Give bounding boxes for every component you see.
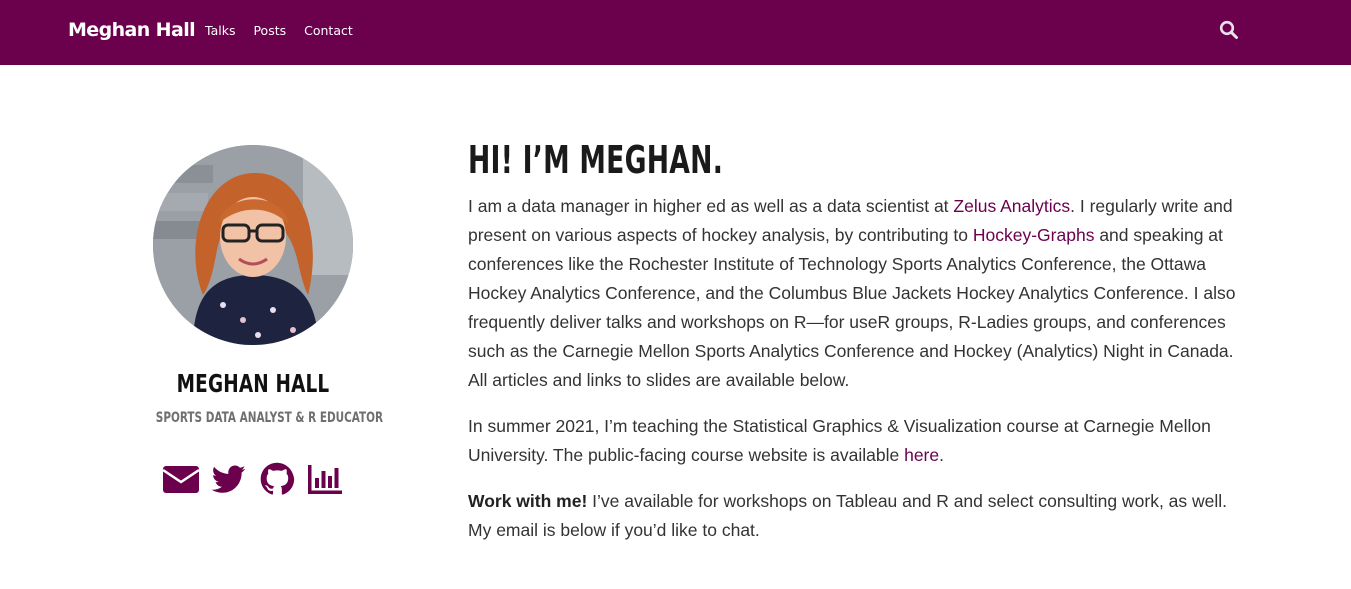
course-text-2: . (939, 445, 944, 465)
profile-tagline: SPORTS DATA ANALYST & R EDUCATOR (155, 410, 384, 426)
envelope-icon[interactable] (162, 462, 200, 496)
nav-link-talks[interactable]: Talks (205, 23, 235, 38)
course-website-link[interactable]: here (904, 445, 939, 465)
bar-chart-icon[interactable] (307, 462, 343, 496)
main-content: HI! I’M MEGHAN. I am a data manager in h… (468, 138, 1238, 545)
nav-links: Talks Posts Contact (205, 23, 353, 38)
course-paragraph: In summer 2021, I’m teaching the Statist… (468, 412, 1238, 470)
site-brand-link[interactable]: Meghan Hall (68, 19, 196, 41)
profile-sidebar: MEGHAN HALL SPORTS DATA ANALYST & R EDUC… (118, 145, 388, 496)
work-paragraph: Work with me! I’ve available for worksho… (468, 487, 1238, 545)
course-text-1: In summer 2021, I’m teaching the Statist… (468, 416, 1211, 465)
social-links (118, 462, 388, 496)
intro-text-3: and speaking at conferences like the Roc… (468, 225, 1236, 390)
avatar (153, 145, 353, 345)
intro-paragraph: I am a data manager in higher ed as well… (468, 192, 1238, 395)
top-navbar: Meghan Hall Talks Posts Contact (0, 0, 1351, 65)
search-icon[interactable] (1219, 20, 1239, 40)
profile-name: MEGHAN HALL (176, 369, 330, 398)
page-title: HI! I’M MEGHAN. (468, 138, 724, 182)
nav-link-contact[interactable]: Contact (304, 23, 353, 38)
nav-link-posts[interactable]: Posts (253, 23, 286, 38)
intro-text-1: I am a data manager in higher ed as well… (468, 196, 954, 216)
work-with-me-bold: Work with me! (468, 491, 588, 511)
github-icon[interactable] (259, 462, 295, 496)
zelus-analytics-link[interactable]: Zelus Analytics (953, 196, 1070, 216)
hockey-graphs-link[interactable]: Hockey-Graphs (973, 225, 1095, 245)
twitter-icon[interactable] (211, 462, 247, 496)
